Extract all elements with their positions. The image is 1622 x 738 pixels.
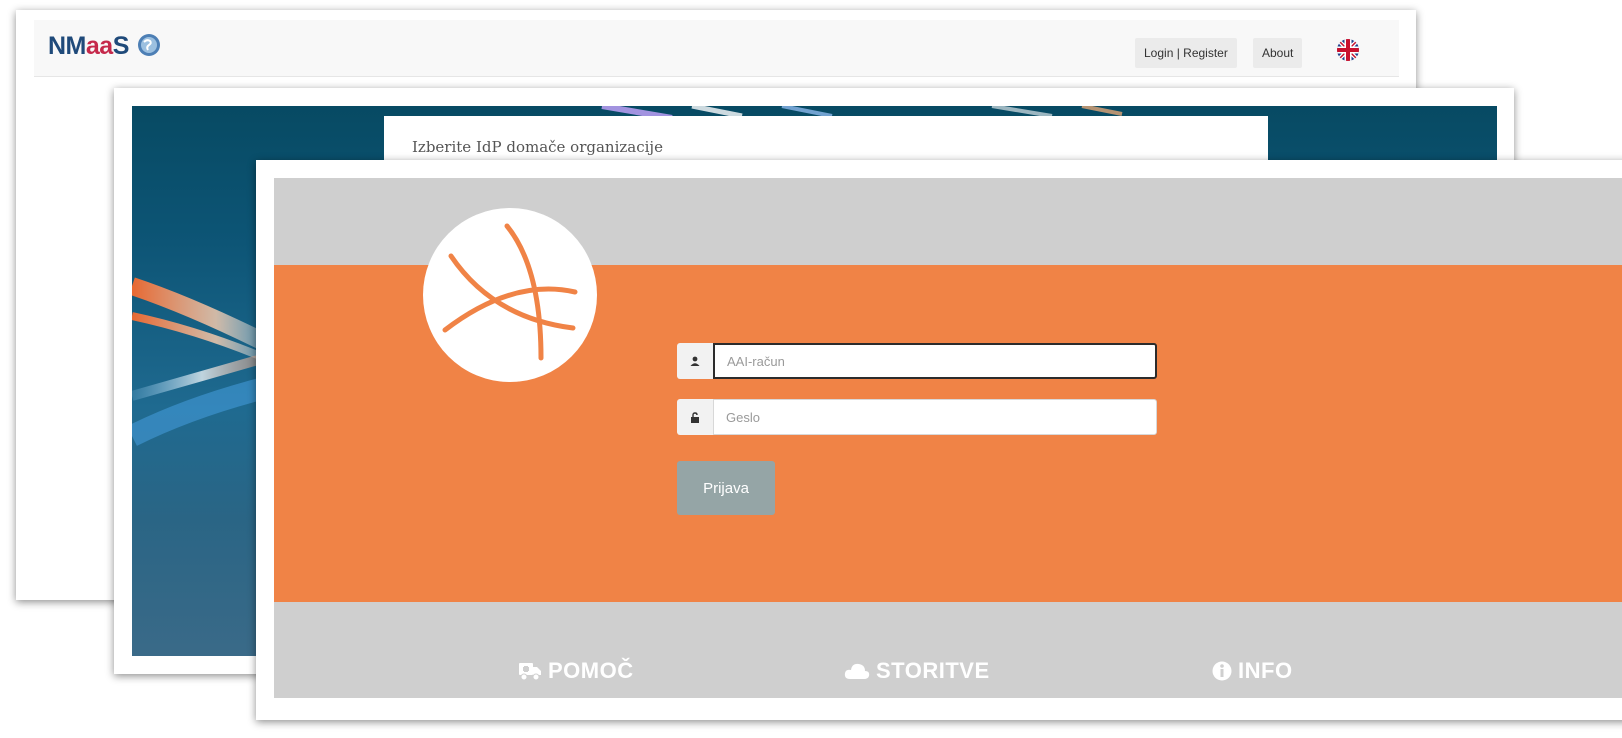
username-field [677,343,1157,379]
password-field [677,399,1157,435]
info-label: INFO [1238,658,1293,683]
aai-login-window: Prijava POMOČ STORITVE INFO [256,160,1622,720]
services-label: STORITVE [876,658,990,683]
help-link[interactable]: POMOČ [518,658,634,684]
login-register-button[interactable]: Login | Register [1135,38,1237,68]
password-input[interactable] [713,399,1157,435]
help-label: POMOČ [548,658,634,683]
logo-text-aa: aa [85,32,113,60]
cloud-icon [844,663,870,679]
ambulance-icon [519,663,541,681]
username-input[interactable] [713,343,1157,379]
globe-icon [138,34,161,56]
nmaas-logo[interactable]: NMaaS [48,32,161,61]
login-button[interactable]: Prijava [677,461,775,515]
logo-text-s: S [112,32,130,60]
services-link[interactable]: STORITVE [844,658,990,684]
nmaas-navbar: NMaaS Login | Register About [34,20,1399,77]
uk-flag-icon[interactable] [1336,38,1360,62]
idp-title: Izberite IdP domače organizacije [412,138,663,156]
about-button[interactable]: About [1253,38,1303,68]
info-link[interactable]: INFO [1212,658,1293,684]
logo-text-nm: NM [48,32,86,60]
arnes-orange-logo-icon [423,208,597,382]
lock-icon [677,399,713,435]
user-icon [677,343,713,379]
info-circle-icon [1212,661,1232,681]
